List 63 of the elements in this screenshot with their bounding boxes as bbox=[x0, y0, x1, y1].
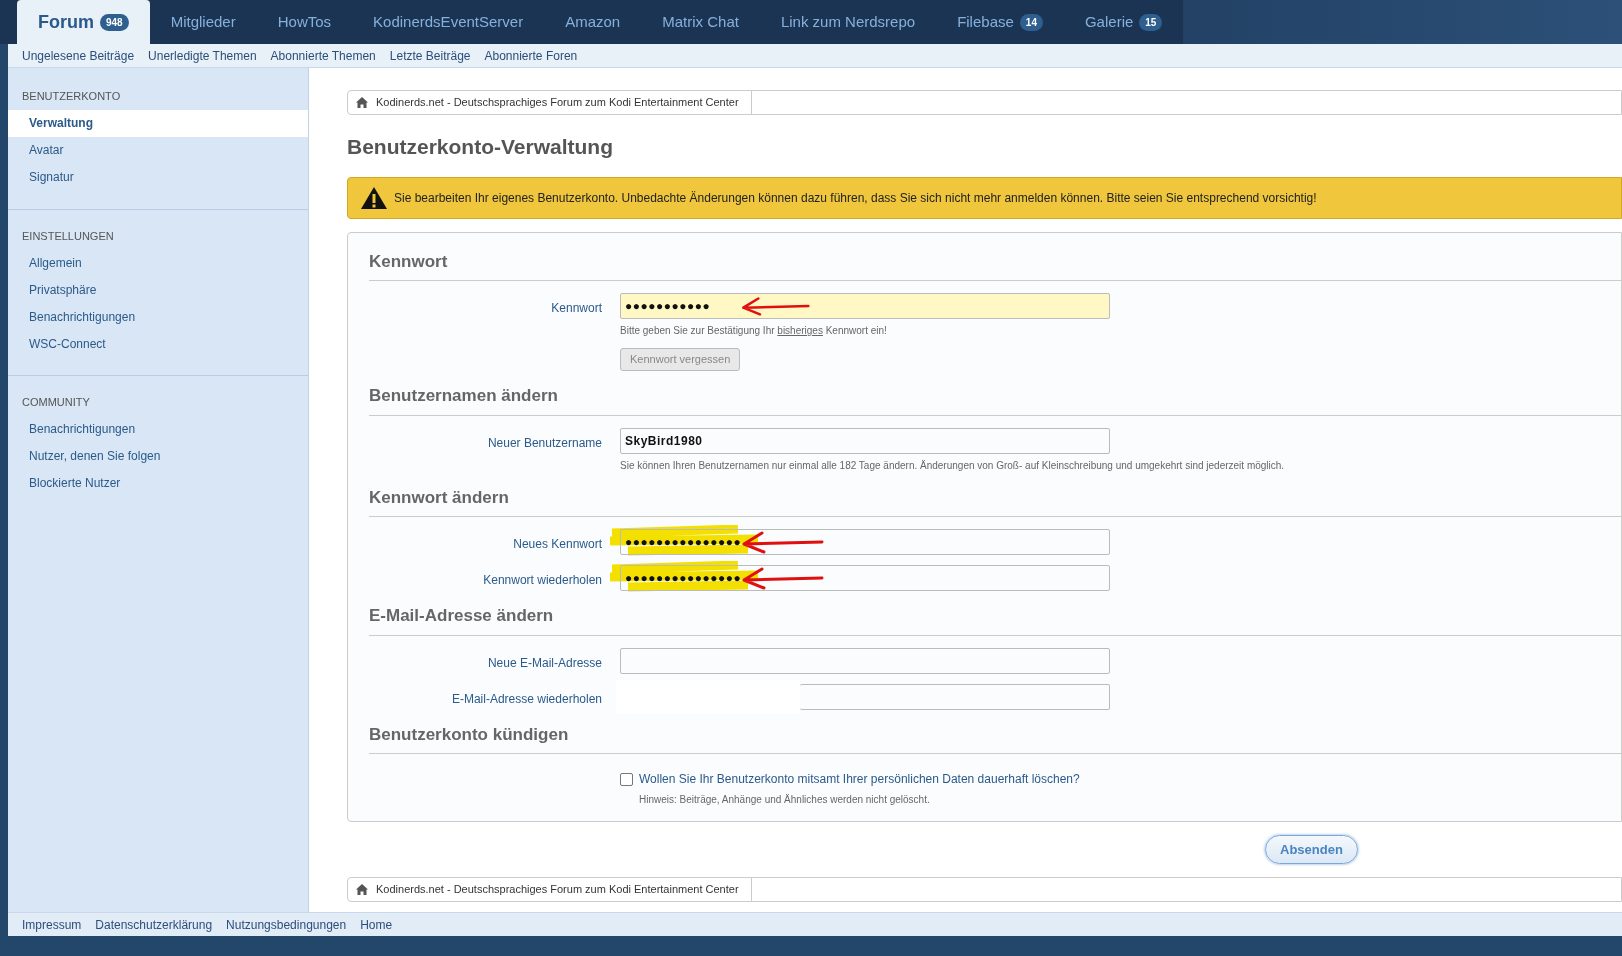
sidebar-item[interactable]: Avatar bbox=[8, 136, 308, 164]
submit-button[interactable]: Absenden bbox=[1265, 835, 1358, 864]
section-title: Kennwort bbox=[369, 251, 448, 271]
sidebar-item[interactable]: WSC-Connect bbox=[8, 330, 308, 357]
home-icon bbox=[356, 97, 368, 108]
sidebar-heading: BENUTZERKONTO bbox=[21, 89, 122, 104]
count-badge: 948 bbox=[100, 13, 129, 31]
sidebar-item[interactable]: Privatsphäre bbox=[8, 276, 308, 303]
footer-link[interactable]: Home bbox=[360, 915, 393, 934]
sidebar-heading: COMMUNITY bbox=[21, 395, 91, 410]
nav-tab[interactable]: HowTos bbox=[256, 0, 353, 44]
count-badge: 15 bbox=[1139, 13, 1163, 31]
warning-icon bbox=[360, 185, 388, 210]
sidebar-heading: EINSTELLUNGEN bbox=[21, 228, 115, 244]
field-label: Kennwort wiederholen bbox=[482, 572, 603, 589]
section-title: Benutzernamen ändern bbox=[369, 386, 558, 405]
nav-tab[interactable]: Link zum Nerdsrepo bbox=[759, 0, 937, 44]
sidebar-item[interactable]: Blockierte Nutzer bbox=[8, 469, 308, 497]
breadcrumb-link[interactable]: Kodinerds.net - Deutschsprachiges Forum zum Kodi Entertainment Center bbox=[348, 878, 752, 901]
subnav-link[interactable]: Abonnierte Foren bbox=[484, 46, 578, 65]
footer-link[interactable]: Impressum bbox=[22, 915, 82, 934]
sidebar-item[interactable]: Signatur bbox=[8, 163, 308, 191]
subnav-link[interactable]: Unerledigte Themen bbox=[148, 46, 257, 65]
nav-tab[interactable]: KodinerdsEventServer bbox=[352, 0, 545, 44]
checkbox-label[interactable]: Wollen Sie Ihr Benutzerkonto mitsamt Ihrer persönlichen Daten dauerhaft löschen? bbox=[639, 770, 1080, 788]
help-text: Sie können Ihren Benutzernamen nur einmal alle 182 Tage ändern. Änderungen von Groß- auf Kleinschreibung und umgekehrt sind jederzeit möglich. bbox=[620, 458, 1285, 473]
sidebar-item[interactable]: Benachrichtigungen bbox=[8, 303, 308, 330]
checkbox[interactable] bbox=[620, 772, 633, 786]
section-title: Benutzerkonto kündigen bbox=[369, 724, 569, 744]
home-icon bbox=[356, 884, 368, 895]
nav-tab[interactable]: Mitglieder bbox=[149, 0, 257, 44]
field-label: Neues Kennwort bbox=[512, 536, 603, 553]
input-field[interactable]: ●●●●●●●●●●● bbox=[620, 293, 1110, 319]
sidebar-item[interactable]: Benachrichtigungen bbox=[8, 415, 308, 443]
subnav-link[interactable]: Letzte Beiträge bbox=[389, 46, 471, 65]
footer-link[interactable]: Nutzungsbedingungen bbox=[226, 915, 347, 934]
field-label: Neuer Benutzername bbox=[486, 434, 603, 452]
field-label: Kennwort bbox=[550, 300, 603, 317]
input-field[interactable] bbox=[620, 647, 1110, 674]
input-field[interactable]: SkyBird1980 bbox=[620, 427, 1110, 454]
field-label: E-Mail-Adresse wiederholen bbox=[450, 690, 603, 708]
nav-tab[interactable]: Galerie 15 bbox=[1063, 0, 1184, 44]
section-title: Kennwort ändern bbox=[369, 487, 509, 507]
hint-text: Hinweis: Beiträge, Anhänge und Ähnliches werden nicht gelöscht. bbox=[638, 793, 931, 807]
nav-tab[interactable]: Forum 948 bbox=[17, 0, 150, 44]
page-title: Benutzerkonto-Verwaltung bbox=[347, 134, 615, 160]
sidebar-item[interactable]: Verwaltung bbox=[8, 109, 308, 137]
sidebar-item[interactable]: Allgemein bbox=[8, 249, 308, 276]
count-badge: 14 bbox=[1019, 13, 1043, 31]
subnav-link[interactable]: Ungelesene Beiträge bbox=[22, 46, 135, 65]
nav-tab[interactable]: Filebase 14 bbox=[936, 0, 1064, 44]
warning-text: Sie bearbeiten Ihr eigenes Benutzerkonto. Unbedachte Änderungen können dazu führen, dass Sie sich nicht mehr anmelden können. Bitte seien Sie entsprechend vorsichtig! bbox=[394, 189, 1317, 207]
help-text: Bitte geben Sie zur Bestätigung Ihr bisheriges Kennwort ein! bbox=[620, 324, 888, 338]
section-title: E-Mail-Adresse ändern bbox=[369, 606, 554, 625]
help-link[interactable]: bisheriges bbox=[777, 325, 823, 336]
field-label: Neue E-Mail-Adresse bbox=[486, 654, 603, 672]
sidebar-item[interactable]: Nutzer, denen Sie folgen bbox=[8, 442, 308, 470]
input-field[interactable] bbox=[800, 683, 1110, 710]
breadcrumb-link[interactable]: Kodinerds.net - Deutschsprachiges Forum zum Kodi Entertainment Center bbox=[348, 91, 752, 114]
nav-tab[interactable]: Amazon bbox=[544, 0, 642, 44]
footer-link[interactable]: Datenschutzerklärung bbox=[95, 915, 213, 934]
subnav-link[interactable]: Abonnierte Themen bbox=[270, 46, 376, 65]
nav-tab[interactable]: Matrix Chat bbox=[641, 0, 760, 44]
